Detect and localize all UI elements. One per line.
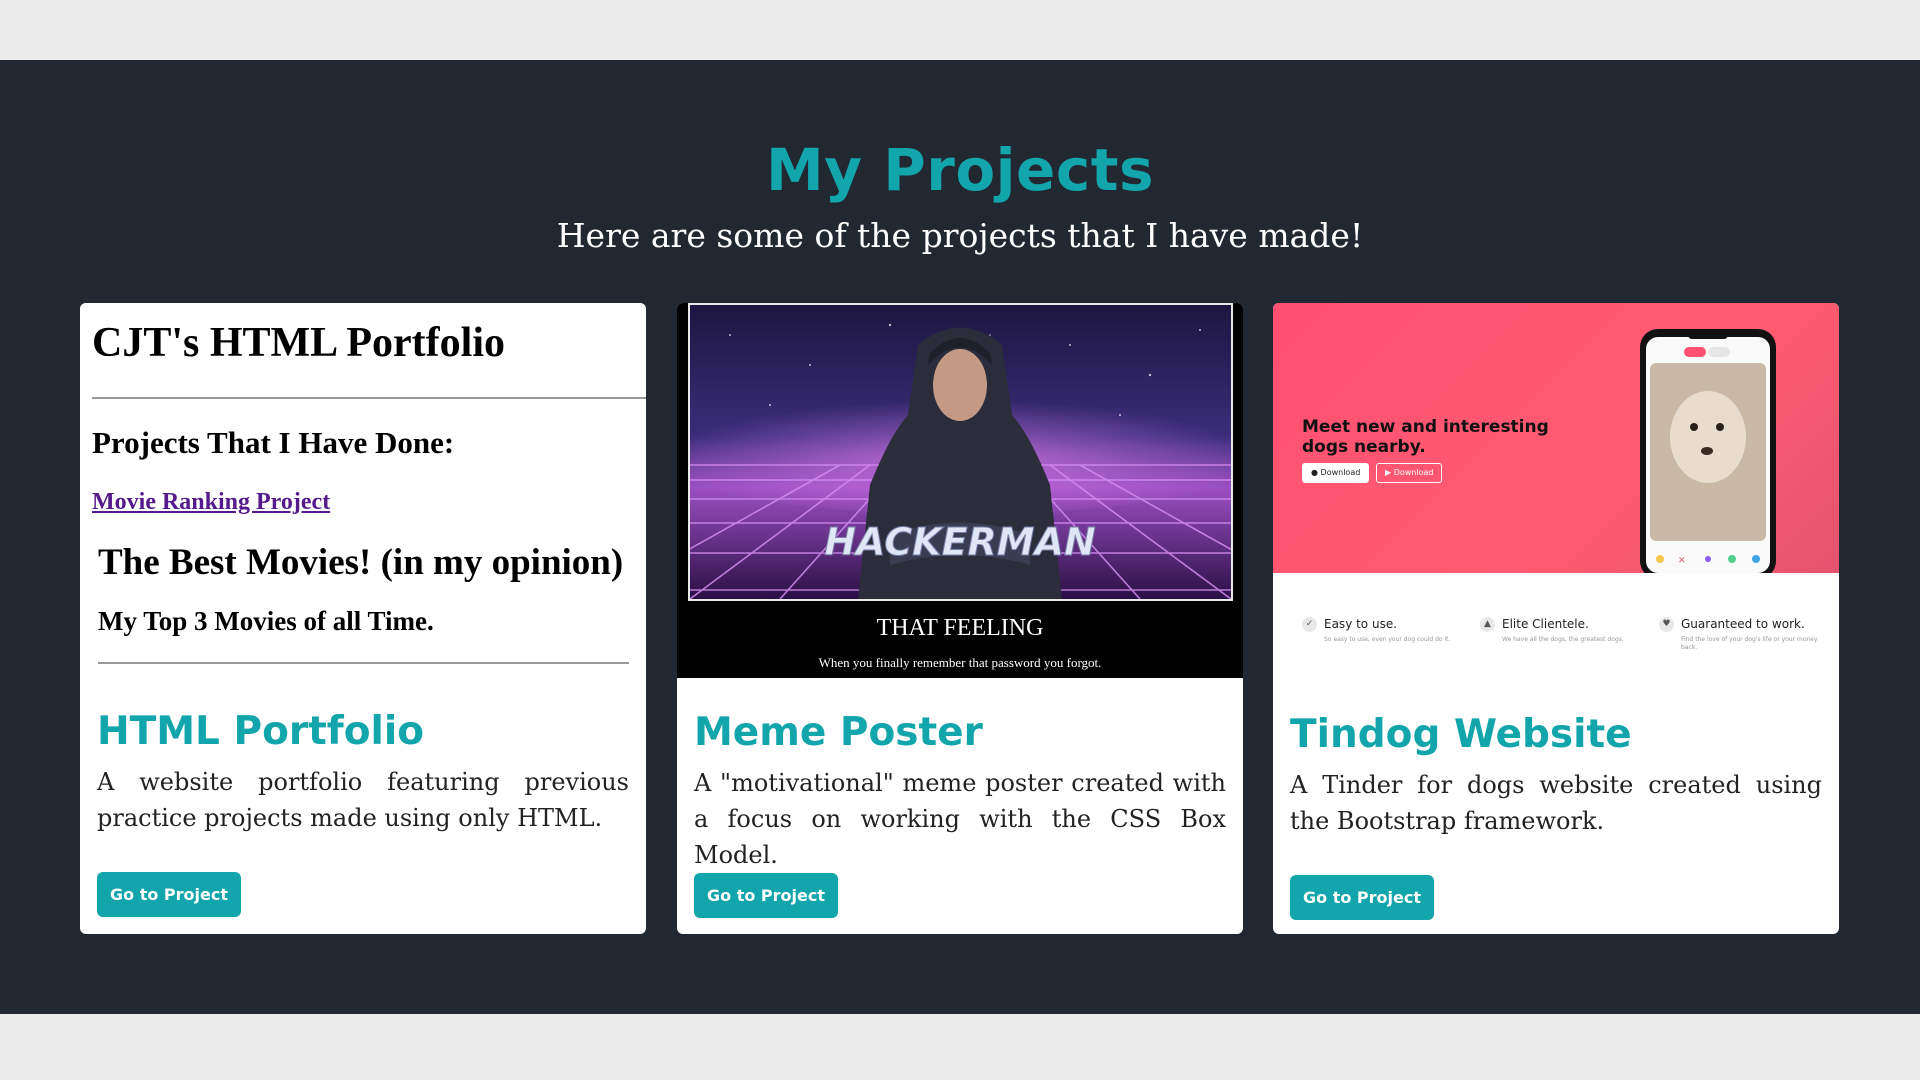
go-to-project-button[interactable]: Go to Project <box>1290 875 1434 920</box>
graduation-cap-icon: ▲ <box>1480 617 1495 632</box>
download-button-apple: ● Download <box>1302 463 1370 483</box>
feature-title: Guaranteed to work. <box>1681 617 1805 631</box>
synthwave-image: HACKERMAN <box>690 305 1231 599</box>
svg-text:✕: ✕ <box>1678 556 1686 566</box>
hackerman-text: HACKERMAN <box>824 520 1096 564</box>
feature-desc: We have all the dogs, the greatest dogs. <box>1502 636 1624 643</box>
divider <box>92 397 646 399</box>
feature-desc: So easy to use, even your dog could do i… <box>1324 636 1451 643</box>
section-subtitle: Here are some of the projects that I hav… <box>556 216 1364 255</box>
meme-subcaption: When you finally remember that password … <box>818 655 1102 670</box>
feature-desc: Find the love of your dog's life or your… <box>1681 636 1818 651</box>
check-icon: ✓ <box>1302 617 1317 632</box>
card-text: A website portfolio featuring previous p… <box>97 768 629 832</box>
thumbnail-link: Movie Ranking Project <box>92 489 331 515</box>
project-thumbnail: Meet new and interesting dogs nearby. ● … <box>1273 303 1839 678</box>
card-title: Tindog Website <box>1290 712 1632 757</box>
phone-mockup: ✕ <box>1640 329 1776 573</box>
divider <box>98 662 629 664</box>
feature-title: Elite Clientele. <box>1502 617 1589 631</box>
tindog-features: ✓ Easy to use. So easy to use, even your… <box>1273 615 1839 675</box>
thumbnail-page-heading: The Best Movies! (in my opinion) <box>98 542 624 583</box>
project-card-html-portfolio: CJT's HTML Portfolio Projects That I Hav… <box>80 303 646 934</box>
play-icon: ▶ <box>1385 468 1394 477</box>
feature-title: Easy to use. <box>1324 617 1398 631</box>
heart-icon: ♥ <box>1659 617 1674 632</box>
card-title: Meme Poster <box>694 710 983 755</box>
go-to-project-button[interactable]: Go to Project <box>97 872 241 917</box>
hero-text: Meet new and interesting dogs nearby. <box>1302 417 1549 457</box>
project-card-meme-poster: HACKERMAN THAT FEELING When you finally … <box>677 303 1243 934</box>
section-title: My Projects <box>765 136 1155 204</box>
project-thumbnail: HACKERMAN THAT FEELING When you finally … <box>677 303 1243 678</box>
apple-icon: ● <box>1311 468 1321 477</box>
download-label: Download <box>1393 468 1434 477</box>
project-card-tindog: Meet new and interesting dogs nearby. ● … <box>1273 303 1839 934</box>
download-button-play: ▶ Download <box>1376 463 1443 483</box>
card-text: A Tinder for dogs website created using … <box>1290 771 1822 835</box>
project-thumbnail: CJT's HTML Portfolio Projects That I Hav… <box>80 303 646 678</box>
download-label: Download <box>1320 468 1361 477</box>
meme-caption: THAT FEELING <box>876 615 1044 641</box>
thumbnail-heading: CJT's HTML Portfolio <box>92 320 505 366</box>
go-to-project-button[interactable]: Go to Project <box>694 873 838 918</box>
card-text: A "motivational" meme poster created wit… <box>694 769 1226 869</box>
thumbnail-subheading: Projects That I Have Done: <box>92 425 455 460</box>
card-title: HTML Portfolio <box>97 709 425 754</box>
meme-image: HACKERMAN <box>688 303 1233 601</box>
thumbnail-page-subheading: My Top 3 Movies of all Time. <box>98 606 434 636</box>
